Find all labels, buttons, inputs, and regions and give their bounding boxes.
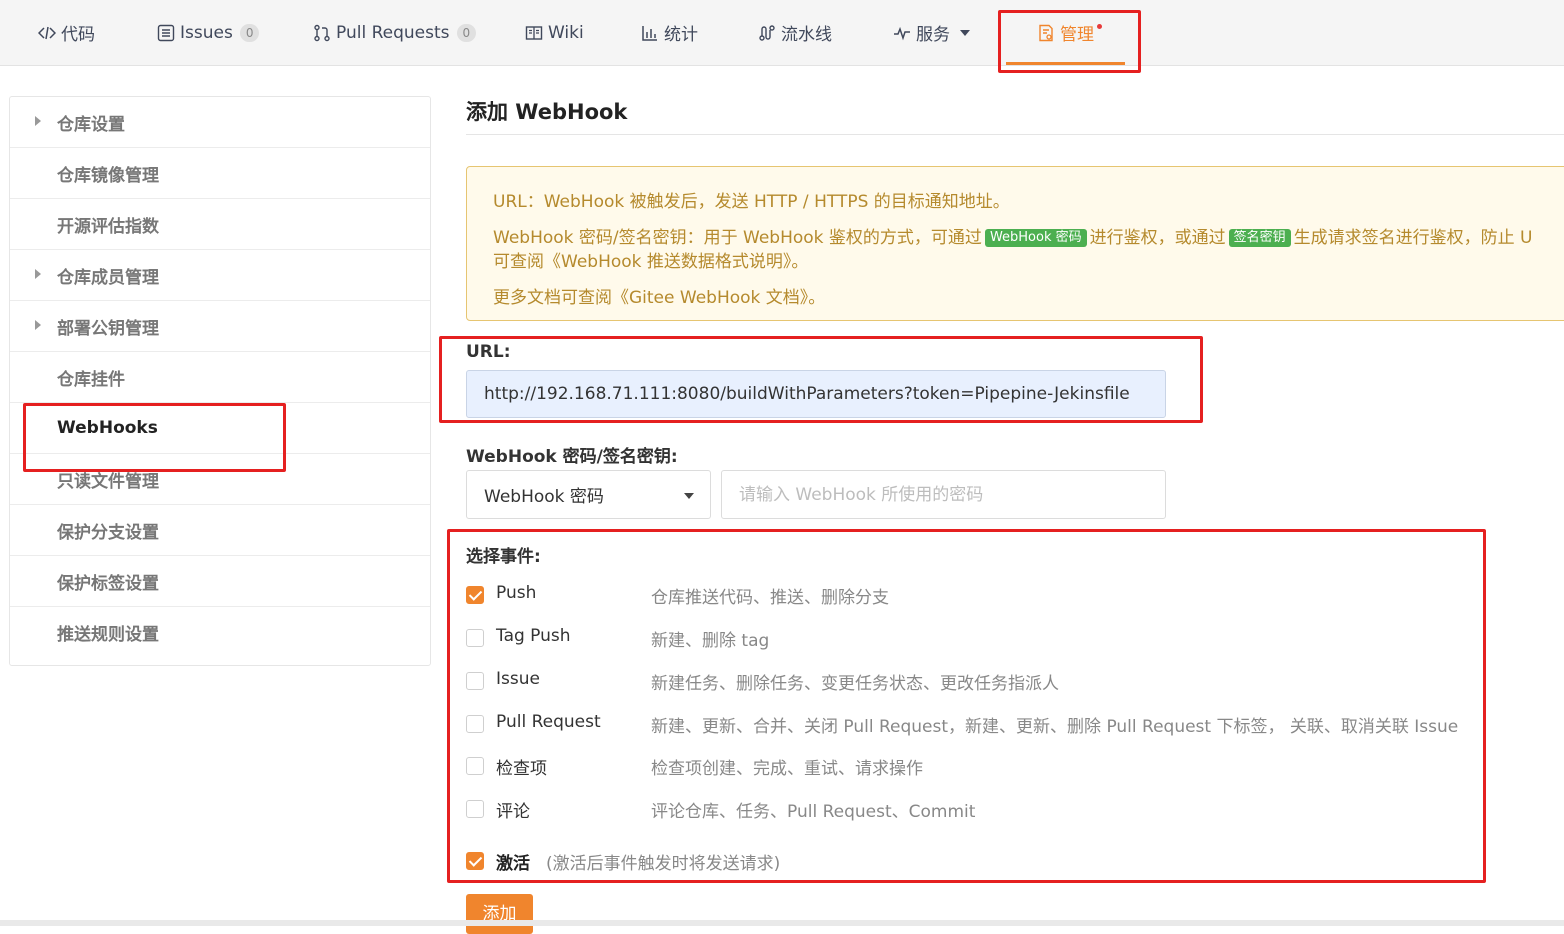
- tab-code[interactable]: 代码: [38, 0, 95, 65]
- notice-gitee-doc-link[interactable]: 更多文档可查阅《Gitee WebHook 文档》。: [493, 283, 825, 308]
- tab-label: 统计: [664, 25, 698, 45]
- tab-pipeline[interactable]: 流水线: [758, 0, 832, 65]
- sidebar-item-label: 部署公钥管理: [57, 318, 159, 339]
- tab-label: Issues: [180, 22, 233, 43]
- bottom-edge: [0, 920, 1564, 926]
- wiki-icon: [525, 24, 543, 42]
- highlight-events: [447, 529, 1486, 883]
- sidebar-item-label: 仓库镜像管理: [57, 165, 159, 186]
- tab-label: 流水线: [781, 25, 832, 45]
- notice-text: 生成请求签名进行鉴权，防止 U: [1293, 228, 1533, 248]
- tab-label: 代码: [61, 25, 95, 45]
- tab-wiki[interactable]: Wiki: [525, 0, 584, 65]
- secret-type-value: WebHook 密码: [484, 487, 604, 507]
- sidebar-item-protected-branches[interactable]: 保护分支设置: [10, 505, 430, 556]
- secret-label: WebHook 密码/签名密钥:: [466, 447, 678, 467]
- pulse-icon: [893, 24, 911, 42]
- sidebar-item-members[interactable]: 仓库成员管理: [10, 250, 430, 301]
- notice-format-doc-link[interactable]: 可查阅《WebHook 推送数据格式说明》。: [493, 247, 808, 272]
- tab-issues[interactable]: Issues 0: [157, 0, 260, 65]
- sidebar-item-mirror[interactable]: 仓库镜像管理: [10, 148, 430, 199]
- highlight-webhooks-item: [23, 403, 286, 472]
- add-button[interactable]: 添加: [466, 894, 533, 934]
- chevron-down-icon: [684, 493, 694, 499]
- pull-request-icon: [313, 24, 331, 42]
- tab-label: 服务: [916, 25, 950, 45]
- repo-nav: 代码 Issues 0 Pull Requests 0 Wiki 统计 流水线: [0, 0, 1564, 66]
- page-title: 添加 WebHook: [466, 100, 628, 124]
- chevron-down-icon: [960, 29, 970, 36]
- sidebar-item-push-rules[interactable]: 推送规则设置: [10, 607, 430, 658]
- chart-icon: [641, 24, 659, 42]
- secret-input[interactable]: [721, 470, 1166, 519]
- secret-type-select[interactable]: WebHook 密码: [466, 470, 711, 519]
- caret-right-icon: [35, 320, 41, 330]
- notice-url-line: URL：WebHook 被触发后，发送 HTTP / HTTPS 的目标通知地址…: [493, 192, 1010, 212]
- caret-right-icon: [35, 116, 41, 126]
- sidebar-item-label: 保护标签设置: [57, 573, 159, 594]
- sidebar-item-repo-settings[interactable]: 仓库设置: [10, 97, 430, 148]
- issues-count-badge: 0: [239, 23, 260, 42]
- sign-key-tag: 签名密钥: [1228, 229, 1291, 247]
- sidebar-item-oss-index[interactable]: 开源评估指数: [10, 199, 430, 250]
- caret-right-icon: [35, 269, 41, 279]
- notice-text: WebHook 密码/签名密钥：用于 WebHook 鉴权的方式，可通过: [493, 228, 982, 248]
- code-icon: [38, 24, 56, 42]
- sidebar-item-label: 仓库成员管理: [57, 267, 159, 288]
- sidebar-item-label: 推送规则设置: [57, 625, 159, 645]
- highlight-url-field: [439, 336, 1203, 423]
- sidebar-item-label: 仓库挂件: [57, 369, 125, 390]
- highlight-manage-tab: [998, 10, 1141, 73]
- sidebar-item-label: 保护分支设置: [57, 522, 159, 543]
- notice-secret-line: WebHook 密码/签名密钥：用于 WebHook 鉴权的方式，可通过 WebH…: [493, 223, 1533, 248]
- tab-pull-requests[interactable]: Pull Requests 0: [313, 0, 477, 65]
- sidebar-item-widgets[interactable]: 仓库挂件: [10, 352, 430, 403]
- issues-icon: [157, 24, 175, 42]
- pr-count-badge: 0: [456, 23, 477, 42]
- tab-label: Wiki: [548, 22, 584, 43]
- tab-stats[interactable]: 统计: [641, 0, 698, 65]
- sidebar-item-label: 开源评估指数: [57, 216, 159, 237]
- notice-text: 进行鉴权，或通过: [1089, 228, 1226, 248]
- tab-label: Pull Requests: [336, 22, 450, 43]
- sidebar-item-protected-tags[interactable]: 保护标签设置: [10, 556, 430, 607]
- settings-sidebar: 仓库设置 仓库镜像管理 开源评估指数 仓库成员管理 部署公钥管理 仓库挂件 We…: [9, 96, 431, 666]
- tab-services[interactable]: 服务: [893, 0, 970, 65]
- sidebar-item-label: 仓库设置: [57, 114, 125, 135]
- info-notice: URL：WebHook 被触发后，发送 HTTP / HTTPS 的目标通知地址…: [466, 166, 1564, 321]
- sidebar-item-deploy-keys[interactable]: 部署公钥管理: [10, 301, 430, 352]
- title-divider: [466, 134, 1564, 135]
- pipeline-icon: [758, 24, 776, 42]
- webhook-password-tag: WebHook 密码: [984, 229, 1087, 247]
